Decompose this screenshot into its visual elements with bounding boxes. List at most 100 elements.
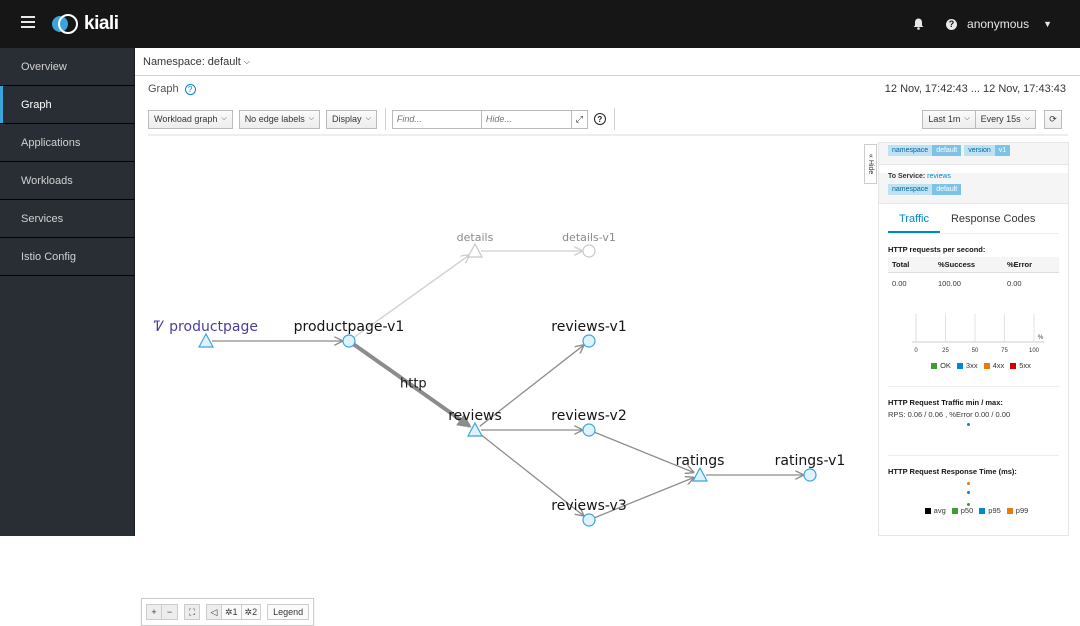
user-menu-name[interactable]: anonymous (967, 17, 1029, 31)
chevron-down-icon: ⌵ (243, 56, 250, 66)
legend-swatch (1010, 362, 1017, 369)
graph-node-label: ratings-v1 (775, 453, 846, 469)
sidebar-item-label: Overview (21, 60, 67, 73)
graph-node-ratings[interactable] (691, 466, 709, 482)
refresh-icon: ⟳ (1049, 113, 1057, 124)
sidebar-item-label: Workloads (21, 174, 73, 187)
sidebar-item-workloads[interactable]: Workloads (0, 162, 134, 200)
graph-node-details[interactable] (466, 242, 484, 258)
chevron-down-icon: ⌵ (1024, 115, 1030, 122)
tab-response-codes[interactable]: Response Codes (940, 213, 1046, 233)
graph-canvas[interactable]: http Ꮴ productpage productpage-v1 details d… (135, 138, 865, 536)
sidebar-nav: Overview Graph Applications Workloads Se… (0, 48, 135, 536)
graph-node-productpage[interactable] (197, 332, 215, 348)
fit-to-screen-button[interactable]: ⛶ (184, 604, 200, 620)
date-range: 12 Nov, 17:42:43 ... 12 Nov, 17:43:43 (884, 83, 1066, 95)
toolbar-divider (613, 108, 615, 130)
to-service-link[interactable]: reviews (927, 173, 951, 180)
sidebar-item-overview[interactable]: Overview (0, 48, 134, 86)
graph-node-reviews-v1[interactable] (582, 334, 596, 348)
graph-node-productpage-v1[interactable] (342, 334, 356, 348)
p95-point (967, 491, 970, 494)
service-graph[interactable]: http Ꮴ productpage productpage-v1 details d… (135, 138, 865, 626)
sidebar-item-label: Graph (21, 98, 52, 111)
hide-panel-button[interactable]: « Hide (864, 144, 877, 184)
legend-label: p50 (960, 506, 974, 515)
edge-labels-label: No edge labels (244, 114, 305, 124)
namespace-selector[interactable]: Namespace: default ⌵ (135, 48, 1080, 76)
kiali-logo[interactable]: kiali (50, 13, 119, 35)
sidebar-item-istio-config[interactable]: Istio Config (0, 238, 134, 276)
chevron-down-icon: ⌵ (365, 115, 371, 122)
zoom-in-button[interactable]: + (146, 604, 162, 620)
graph-node-reviews[interactable] (466, 421, 484, 437)
label-key: version (964, 145, 995, 156)
layout-default-button[interactable]: ◁ (206, 604, 222, 620)
graph-node-reviews-v3[interactable] (582, 513, 596, 527)
to-service: To Service: reviews (888, 173, 1059, 180)
legend-swatch (983, 362, 990, 369)
chevron-down-icon: ⌵ (964, 115, 970, 122)
sidebar-item-applications[interactable]: Applications (0, 124, 134, 162)
user-menu-caret-icon[interactable]: ▼ (1043, 19, 1052, 29)
sidebar-item-services[interactable]: Services (0, 200, 134, 238)
refresh-button[interactable]: ⟳ (1044, 109, 1062, 129)
graph-node-label: reviews-v2 (551, 408, 626, 424)
graph-node-reviews-v2[interactable] (582, 423, 596, 437)
zoom-out-button[interactable]: − (162, 604, 178, 620)
help-icon[interactable]: ? (946, 18, 958, 30)
traffic-summary: RPS: 0.06 / 0.06 , %Error 0.00 / 0.00 (888, 410, 1011, 419)
graph-type-dropdown[interactable]: Workload graph ⌵ (148, 109, 233, 129)
legend-swatch (1006, 507, 1013, 514)
rps-table: Total %Success %Error 0.00 100.00 0.00 (888, 257, 1059, 294)
table-cell: 0.00 (892, 279, 907, 288)
find-input[interactable] (391, 109, 482, 129)
p99-point (967, 482, 970, 485)
layout-1-button[interactable]: ✲1 (222, 604, 242, 620)
graph-node-label: reviews (448, 408, 502, 424)
chevron-down-icon: ⌵ (308, 115, 315, 122)
legend-swatch (956, 362, 963, 369)
hide-input[interactable] (481, 109, 572, 129)
chevron-down-icon: ⌵ (221, 115, 227, 122)
toolbar-separator (148, 134, 1068, 136)
graph-node-label: Ꮴ productpage (154, 319, 258, 335)
legend-swatch (979, 507, 986, 514)
layout-2-button[interactable]: ✲2 (241, 604, 262, 620)
display-label: Display (332, 114, 362, 124)
legend-button[interactable]: Legend (267, 604, 310, 620)
table-header: %Success (938, 260, 976, 269)
label-key: namespace (888, 184, 933, 195)
graph-help-icon[interactable]: ? (184, 83, 196, 95)
legend-swatch (951, 507, 958, 514)
response-codes-bar-chart: 0 25 50 75 100 % OK 3xx 4xx 5xx (888, 312, 1068, 372)
find-help-icon[interactable]: ? (593, 113, 606, 125)
refresh-interval-label: Every 15s (980, 114, 1021, 124)
summary-panel: namespace default version v1 To Service:… (878, 142, 1069, 536)
graph-toolbar: Workload graph ⌵ No edge labels ⌵ Display ⌵… (148, 108, 1068, 130)
hamburger-menu-icon[interactable] (21, 16, 35, 30)
edge-labels-dropdown[interactable]: No edge labels ⌵ (238, 109, 321, 129)
legend-swatch (931, 362, 938, 369)
tab-traffic[interactable]: Traffic (888, 213, 940, 233)
to-service-label: To Service: (888, 173, 926, 180)
edge-label: http (400, 377, 427, 392)
graph-node-ratings-v1[interactable] (803, 468, 817, 482)
duration-dropdown[interactable]: Last 1m ⌵ (922, 109, 976, 129)
graph-node-label: reviews-v3 (551, 498, 626, 514)
table-cell: 100.00 (938, 279, 961, 288)
axis-unit: % (1038, 335, 1044, 341)
traffic-title: HTTP Request Traffic min / max: (888, 398, 1003, 407)
kiali-logo-icon (52, 14, 78, 34)
graph-node-details-v1[interactable] (582, 244, 596, 258)
sidebar-item-graph[interactable]: Graph (0, 86, 134, 124)
label-value: default (932, 145, 962, 156)
notification-bell-icon[interactable] (913, 18, 924, 30)
response-time-title: HTTP Request Response Time (ms): (888, 467, 1017, 476)
legend-label: 5xx (1019, 361, 1031, 370)
refresh-interval-dropdown[interactable]: Every 15s ⌵ (975, 109, 1036, 129)
expand-icon[interactable]: ⤢ (571, 109, 588, 129)
display-dropdown[interactable]: Display ⌵ (326, 109, 377, 129)
page-title: Graph (148, 83, 179, 95)
label-key: namespace (888, 145, 933, 156)
